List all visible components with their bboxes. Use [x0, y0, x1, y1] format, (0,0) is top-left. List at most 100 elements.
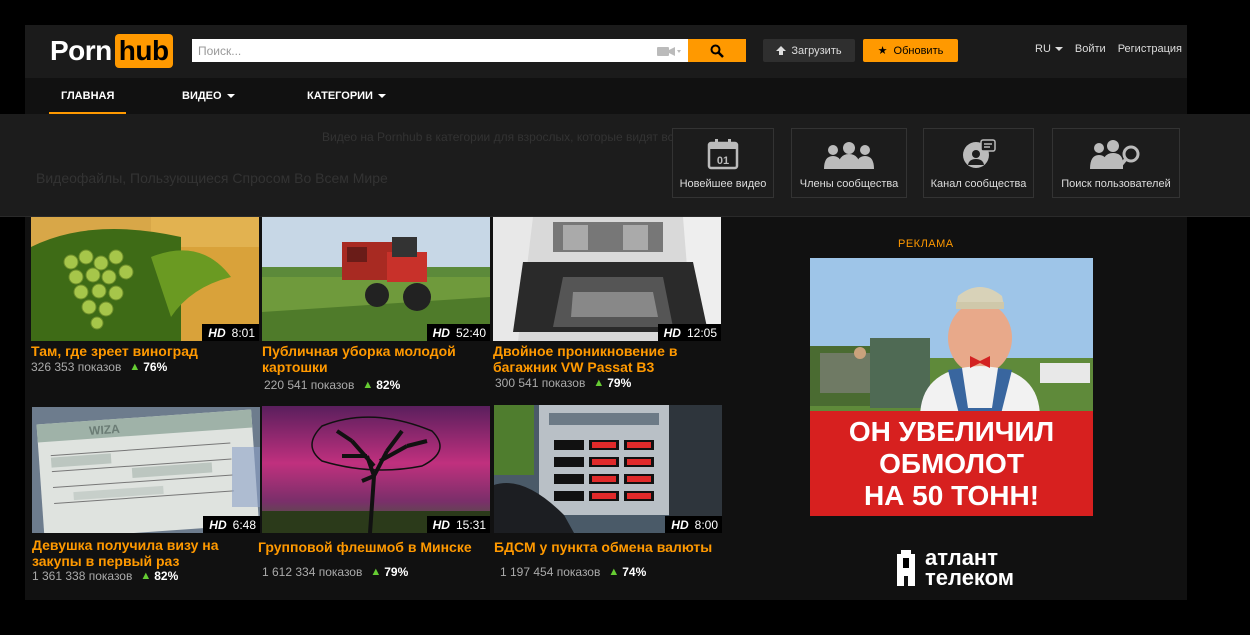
ad-line-3: НА 50 ТОНН! [863, 479, 1040, 511]
dropdown-search-users[interactable]: Поиск пользователей [1052, 128, 1180, 198]
ad-label: РЕКЛАМА [898, 238, 954, 250]
channel-icon [962, 139, 996, 168]
dropdown-community-members[interactable]: Члены сообщества [791, 128, 907, 198]
video-duration: 52:40 [455, 325, 486, 340]
duration-badge: HD 15:31 [426, 516, 490, 533]
video-card[interactable]: WIZA HD 6:48 Девушка получила визу на за… [32, 407, 260, 583]
rating-value: 82% [154, 569, 179, 583]
nav-categories[interactable]: КАТЕГОРИИ [307, 78, 386, 114]
register-link[interactable]: Регистрация [1118, 43, 1182, 55]
video-meta: 326 353 показов ▲ 76% [31, 360, 259, 374]
video-rating: ▲ 79% [370, 565, 408, 579]
header-account-links: RU Войти Регистрация [1035, 43, 1182, 55]
video-card[interactable]: HD 52:40 Публичная уборка молодой картош… [262, 217, 490, 392]
user-search-icon [1090, 140, 1140, 169]
video-duration: 8:01 [231, 325, 255, 340]
search-users-label: Поиск пользователей [1061, 178, 1171, 190]
chevron-down-icon [1054, 47, 1063, 51]
chevron-down-icon [377, 94, 386, 98]
thumbs-up-icon: ▲ [370, 566, 382, 578]
login-link[interactable]: Войти [1075, 43, 1106, 55]
site-header: Porn hub Загрузить ★ Обновить RU Войти Р… [25, 25, 1187, 78]
video-thumbnail[interactable]: HD 8:00 [494, 405, 722, 533]
members-label: Члены сообщества [799, 178, 899, 190]
rating-value: 82% [376, 378, 401, 392]
thumbs-up-icon: ▲ [593, 377, 605, 389]
video-title[interactable]: Девушка получила визу на закупы в первый… [32, 537, 260, 569]
search-button[interactable] [688, 39, 746, 62]
logo-box: hub [114, 34, 173, 68]
star-icon: ★ [877, 45, 888, 57]
video-views: 220 541 показов [264, 378, 355, 392]
upload-button[interactable]: Загрузить [763, 39, 855, 62]
thumbs-up-icon: ▲ [140, 570, 152, 582]
duration-badge: HD 12:05 [657, 324, 721, 341]
site-logo[interactable]: Porn hub [50, 33, 173, 69]
video-thumbnail[interactable]: HD 12:05 [493, 217, 721, 341]
hd-badge: HD [663, 325, 681, 340]
search-bar [192, 39, 688, 62]
video-thumbnail[interactable]: WIZA HD 6:48 [32, 407, 260, 533]
search-input[interactable] [192, 39, 650, 62]
ad-brand-logo[interactable]: атлант телеком [893, 547, 1014, 589]
dropdown-newest-videos[interactable]: 01 Новейшее видео [672, 128, 774, 198]
nav-video[interactable]: ВИДЕО [182, 78, 235, 114]
chevron-down-icon [226, 94, 235, 98]
video-card[interactable]: HD 12:05 Двойное проникновение в багажни… [493, 217, 721, 390]
video-views: 326 353 показов [31, 360, 122, 374]
calendar-icon: 01 [707, 139, 739, 170]
video-thumbnail[interactable]: HD 52:40 [262, 217, 490, 341]
video-rating: ▲ 74% [608, 565, 646, 579]
video-title[interactable]: Двойное проникновение в багажник VW Pass… [493, 343, 721, 375]
video-title[interactable]: Там, где зреет виноград [31, 343, 259, 359]
video-title[interactable]: Групповой флешмоб в Минске [258, 539, 498, 555]
newest-label: Новейшее видео [679, 178, 767, 190]
rating-value: 79% [384, 565, 409, 579]
video-thumbnail[interactable]: HD 15:31 [262, 406, 490, 533]
video-card[interactable]: HD 8:00 БДСМ у пункта обмена валюты 1 19… [494, 405, 722, 579]
video-views: 1 197 454 показов [500, 565, 601, 579]
upgrade-button[interactable]: ★ Обновить [863, 39, 958, 62]
ad-brand-text: атлант телеком [925, 547, 1014, 589]
video-rating: ▲ 82% [362, 378, 400, 392]
thumbs-up-icon: ▲ [129, 361, 141, 373]
video-thumbnail[interactable]: HD 8:01 [31, 217, 259, 341]
rating-value: 76% [143, 360, 168, 374]
nav-home-label: ГЛАВНАЯ [61, 90, 115, 102]
ad-line-1: ОН УВЕЛИЧИЛ [848, 415, 1055, 447]
video-card[interactable]: HD 15:31 Групповой флешмоб в Минске 1 61… [258, 406, 490, 579]
video-meta: 220 541 показов ▲ 82% [264, 378, 490, 392]
faded-section-heading: Видеофайлы, Пользующиеся Спросом Во Всем… [36, 170, 388, 186]
video-meta: 1 361 338 показов ▲ 82% [32, 569, 260, 583]
search-icon [710, 44, 724, 58]
hd-badge: HD [671, 517, 689, 532]
video-duration: 15:31 [455, 517, 486, 532]
upload-icon [776, 45, 787, 55]
video-title[interactable]: Публичная уборка молодой картошки [262, 343, 490, 375]
video-card[interactable]: HD 8:01 Там, где зреет виноград 326 353 … [31, 217, 259, 374]
video-title[interactable]: БДСМ у пункта обмена валюты [494, 539, 722, 555]
video-duration: 6:48 [232, 517, 256, 532]
video-rating: ▲ 82% [140, 569, 178, 583]
video-meta: 1 197 454 показов ▲ 74% [500, 565, 722, 579]
main-nav: ГЛАВНАЯ ВИДЕО КАТЕГОРИИ [25, 78, 1187, 114]
community-dropdown: Видео на Pornhub в категории для взрослы… [0, 114, 1250, 217]
video-views: 300 541 показов [495, 376, 586, 390]
video-duration: 8:00 [694, 517, 718, 532]
hd-badge: HD [432, 325, 450, 340]
language-selector[interactable]: RU [1035, 43, 1063, 55]
hd-badge: HD [209, 517, 227, 532]
dropdown-community-channel[interactable]: Канал сообщества [923, 128, 1034, 198]
upgrade-label: Обновить [893, 44, 944, 57]
channel-label: Канал сообщества [930, 178, 1027, 190]
thumbs-up-icon: ▲ [362, 379, 374, 391]
video-meta: 1 612 334 показов ▲ 79% [262, 565, 490, 579]
camera-icon[interactable] [650, 44, 688, 58]
rating-value: 74% [622, 565, 647, 579]
ad-banner[interactable]: ОН УВЕЛИЧИЛ ОБМОЛОТ НА 50 ТОНН! [810, 258, 1093, 525]
video-views: 1 361 338 показов [32, 569, 133, 583]
nav-home[interactable]: ГЛАВНАЯ [48, 78, 127, 114]
video-rating: ▲ 76% [129, 360, 167, 374]
video-duration: 12:05 [686, 325, 717, 340]
nav-video-label: ВИДЕО [182, 90, 222, 102]
